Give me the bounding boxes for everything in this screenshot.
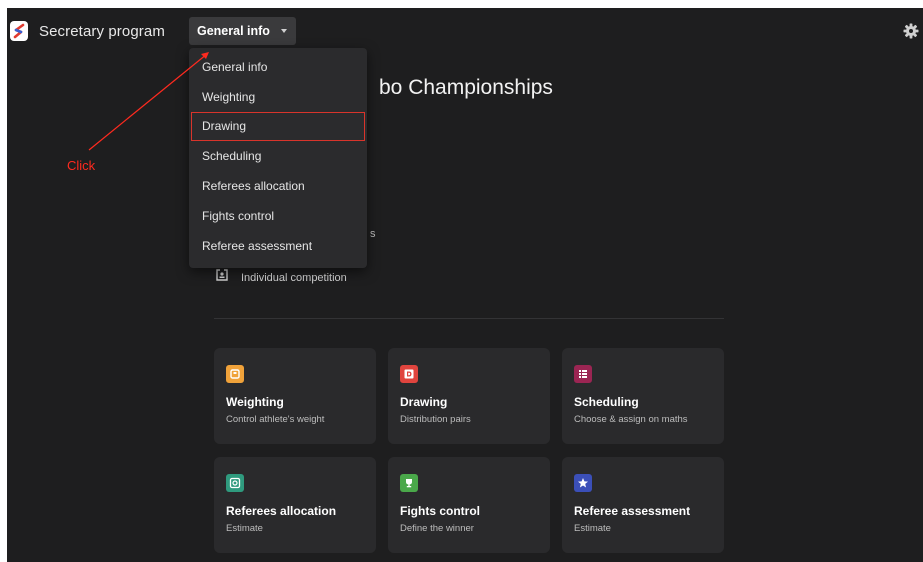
person-badge-icon bbox=[216, 268, 228, 281]
card-title: Referee assessment bbox=[574, 504, 691, 518]
menu-item-label: Weighting bbox=[202, 89, 256, 104]
card-referees-allocation[interactable]: Referees allocation Estimate bbox=[214, 457, 376, 553]
menu-item-label: Referee assessment bbox=[202, 238, 313, 253]
trophy-icon bbox=[400, 474, 418, 492]
card-title: Weighting bbox=[226, 395, 284, 409]
card-title: Drawing bbox=[400, 395, 448, 409]
star-icon bbox=[574, 474, 592, 492]
competition-type-row: Individual competition bbox=[215, 266, 347, 284]
menu-item-label: Scheduling bbox=[202, 149, 262, 164]
card-subtitle: Define the winner bbox=[400, 523, 474, 534]
gear-icon[interactable] bbox=[903, 23, 919, 39]
menu-item-referee-assessment[interactable]: Referee assessment bbox=[189, 231, 367, 261]
card-title: Scheduling bbox=[574, 395, 639, 409]
card-drawing[interactable]: Drawing Distribution pairs bbox=[388, 348, 550, 444]
menu-item-drawing[interactable]: Drawing bbox=[191, 111, 365, 142]
caret-down-icon bbox=[280, 29, 287, 33]
letter-d-icon bbox=[400, 365, 418, 383]
general-info-dropdown-button[interactable]: General info bbox=[189, 17, 296, 45]
card-scheduling[interactable]: Scheduling Choose & assign on maths bbox=[562, 348, 724, 444]
card-subtitle: Control athlete's weight bbox=[226, 414, 325, 425]
card-subtitle: Estimate bbox=[226, 523, 263, 534]
menu-item-weighting[interactable]: Weighting bbox=[189, 82, 367, 112]
menu-item-scheduling[interactable]: Scheduling bbox=[189, 141, 367, 171]
target-icon bbox=[226, 474, 244, 492]
card-title: Fights control bbox=[400, 504, 480, 518]
menu-item-label: Fights control bbox=[202, 208, 275, 223]
menu-item-label: Referees allocation bbox=[202, 179, 305, 194]
navigation-dropdown-menu: General info Weighting Drawing Schedulin… bbox=[189, 48, 367, 268]
card-fights-control[interactable]: Fights control Define the winner bbox=[388, 457, 550, 553]
partially-hidden-text: s bbox=[370, 228, 376, 240]
app-title: Secretary program bbox=[39, 23, 165, 40]
menu-item-referees-allocation[interactable]: Referees allocation bbox=[189, 171, 367, 201]
app-logo bbox=[10, 21, 28, 41]
card-weighting[interactable]: Weighting Control athlete's weight bbox=[214, 348, 376, 444]
card-subtitle: Distribution pairs bbox=[400, 414, 471, 425]
dropdown-button-label: General info bbox=[197, 24, 270, 38]
scale-icon bbox=[226, 365, 244, 383]
menu-item-fights-control[interactable]: Fights control bbox=[189, 201, 367, 231]
app-window: Secretary program General info bo Champi… bbox=[7, 8, 923, 562]
menu-item-label: General info bbox=[202, 59, 268, 74]
card-referee-assessment[interactable]: Referee assessment Estimate bbox=[562, 457, 724, 553]
card-title: Referees allocation bbox=[226, 504, 337, 518]
card-subtitle: Estimate bbox=[574, 523, 611, 534]
menu-item-general-info[interactable]: General info bbox=[189, 52, 367, 82]
menu-item-label: Drawing bbox=[202, 119, 247, 134]
competition-type-label: Individual competition bbox=[241, 272, 347, 284]
schedule-icon bbox=[574, 365, 592, 383]
card-subtitle: Choose & assign on maths bbox=[574, 414, 688, 425]
page-title: bo Championships bbox=[379, 76, 553, 99]
section-divider bbox=[214, 318, 724, 319]
click-annotation-label: Click bbox=[67, 158, 96, 173]
